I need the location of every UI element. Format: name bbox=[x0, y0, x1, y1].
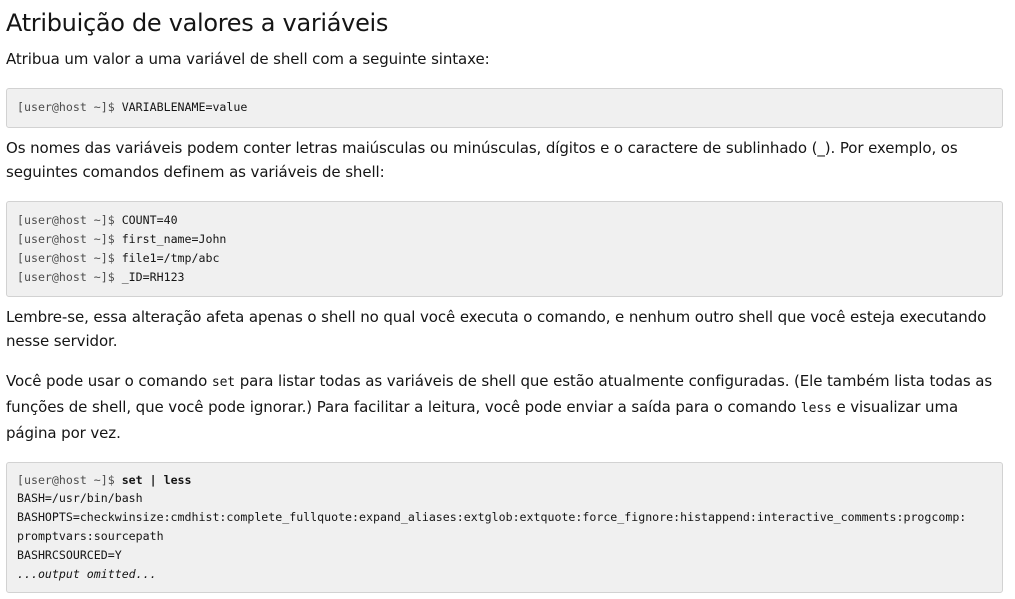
inline-code-set: set bbox=[211, 374, 236, 390]
output-line: BASHOPTS=checkwinsize:cmdhist:complete_f… bbox=[17, 510, 967, 525]
shell-command: _ID=RH123 bbox=[121, 269, 185, 284]
shell-command: COUNT=40 bbox=[121, 213, 178, 227]
shell-prompt: [user@host ~]$ bbox=[17, 100, 122, 114]
shell-command: VARIABLENAME=value bbox=[121, 100, 248, 114]
shell-command: first_name=John bbox=[121, 231, 227, 246]
code-line: [user@host ~]$ COUNT=40 bbox=[17, 211, 992, 230]
code-line: [user@host ~]$ _ID=RH123 bbox=[17, 268, 992, 287]
set-command-paragraph: Você pode usar o comando set para listar… bbox=[6, 369, 1003, 445]
shell-prompt: [user@host ~]$ bbox=[17, 250, 122, 265]
code-block-examples: [user@host ~]$ COUNT=40 [user@host ~]$ fi… bbox=[6, 201, 1003, 297]
shell-prompt: [user@host ~]$ bbox=[17, 472, 122, 487]
inline-code-less: less bbox=[800, 400, 832, 416]
shell-prompt: [user@host ~]$ bbox=[17, 213, 122, 227]
output-line: BASH=/usr/bin/bash bbox=[17, 491, 143, 506]
intro-paragraph: Atribua um valor a uma variável de shell… bbox=[6, 50, 490, 68]
variable-names-paragraph: Os nomes das variáveis podem conter letr… bbox=[6, 139, 958, 181]
document-page: Atribuição de valores a variáveis Atribu… bbox=[0, 8, 1015, 593]
output-omitted-note: ...output omitted... bbox=[17, 567, 157, 582]
section-heading: Atribuição de valores a variáveis bbox=[6, 9, 389, 37]
code-block-set-output: [user@host ~]$ set | less BASH=/usr/bin/b… bbox=[6, 461, 1003, 593]
output-line: promptvars:sourcepath bbox=[17, 529, 164, 544]
code-line: [user@host ~]$ file1=/tmp/abc bbox=[17, 249, 992, 268]
code-line: [user@host ~]$ first_name=John bbox=[17, 230, 992, 249]
text-span: Você pode usar o comando bbox=[6, 371, 212, 390]
shell-prompt: [user@host ~]$ bbox=[17, 231, 122, 246]
scope-paragraph: Lembre-se, essa alteração afeta apenas o… bbox=[6, 307, 987, 350]
shell-command: set | less bbox=[121, 472, 192, 487]
shell-prompt: [user@host ~]$ bbox=[17, 269, 122, 284]
code-line: [user@host ~]$ set | less bbox=[17, 471, 992, 490]
shell-command: file1=/tmp/abc bbox=[121, 250, 220, 265]
output-line: BASHRCSOURCED=Y bbox=[17, 548, 122, 563]
code-block-syntax: [user@host ~]$ VARIABLENAME=value bbox=[6, 88, 1003, 128]
